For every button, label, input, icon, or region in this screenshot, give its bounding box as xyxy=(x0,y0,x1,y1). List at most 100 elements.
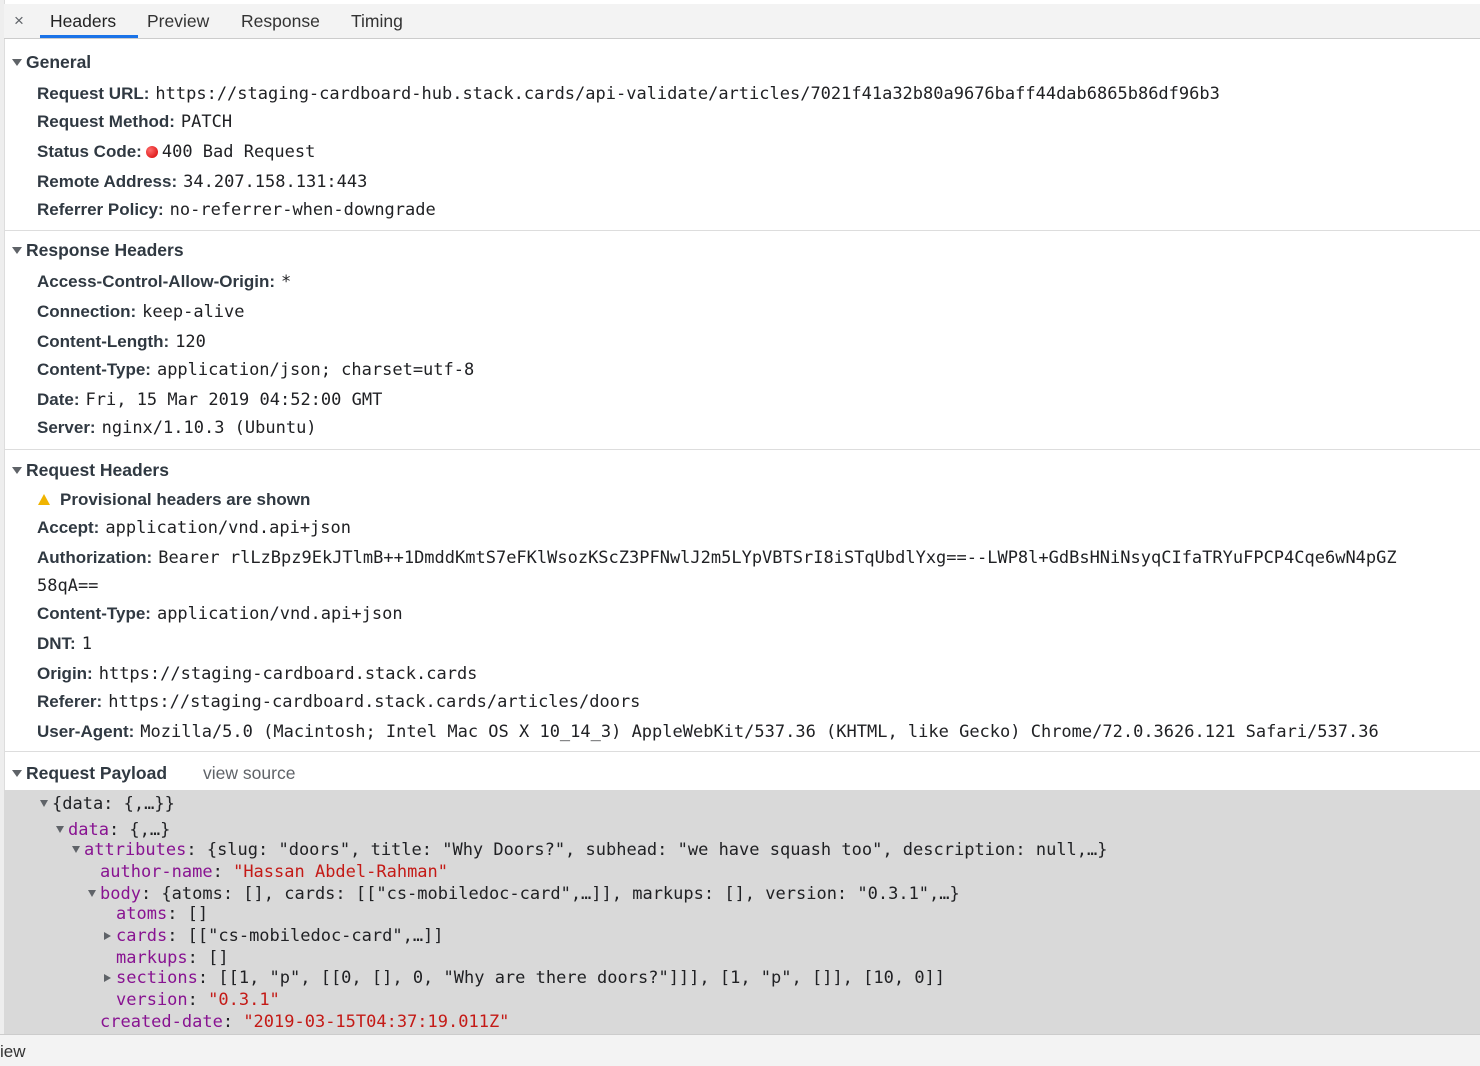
header-key: Referer: xyxy=(37,692,103,711)
close-icon[interactable]: × xyxy=(14,11,24,31)
tab-timing[interactable]: Timing xyxy=(351,11,403,32)
tab-preview[interactable]: Preview xyxy=(147,11,209,32)
header-key: Accept: xyxy=(37,518,100,537)
triangle-down-icon xyxy=(12,467,22,474)
header-row-continuation: 58qA== xyxy=(37,576,98,596)
triangle-right-icon xyxy=(104,974,111,982)
tree-node: version: "0.3.1" xyxy=(116,990,280,1010)
tree-root: {data: {,…}} xyxy=(52,794,175,814)
tree-node[interactable]: cards: [["cs-mobiledoc-card",…]] xyxy=(104,926,444,946)
header-value: Mozilla/5.0 (Macintosh; Intel Mac OS X 1… xyxy=(140,722,1379,742)
drawer-tab-label[interactable]: iew xyxy=(0,1042,26,1062)
header-value: 400 Bad Request xyxy=(161,142,316,162)
general-toggle[interactable]: General xyxy=(12,52,91,73)
request-payload-title: Request Payload xyxy=(26,763,168,783)
header-value: 34.207.158.131:443 xyxy=(183,172,368,192)
header-value: Bearer rlLzBpz9EkJTlmB++1DmddKmtS7eFKlWs… xyxy=(158,548,1397,568)
header-key: Access-Control-Allow-Origin: xyxy=(37,272,276,291)
header-value: application/vnd.api+json xyxy=(156,604,403,624)
tree-node[interactable]: data: {,…} xyxy=(56,820,170,840)
triangle-right-icon xyxy=(104,932,111,940)
bottom-drawer-bar: iew xyxy=(0,1034,1480,1066)
header-key: Status Code: xyxy=(37,142,142,161)
header-value: application/vnd.api+json xyxy=(105,518,351,538)
header-value: * xyxy=(281,272,292,292)
header-value: no-referrer-when-downgrade xyxy=(169,200,436,220)
tree-value: : {slug: "doors", title: "Why Doors?", s… xyxy=(186,840,1108,860)
tree-value: : [[1, "p", [[0, [], 0, "Why are there d… xyxy=(197,968,946,988)
provisional-warning: Provisional headers are shown xyxy=(38,490,310,510)
tree-node: created-date: "2019-03-15T04:37:19.011Z" xyxy=(100,1012,510,1032)
header-row: DNT: 1 xyxy=(37,634,92,654)
header-row: Remote Address: 34.207.158.131:443 xyxy=(37,172,367,192)
view-source-link[interactable]: view source xyxy=(203,763,295,783)
header-value: https://staging-cardboard.stack.cards/ar… xyxy=(108,692,641,712)
tree-key: data xyxy=(68,820,109,840)
tree-value: "2019-03-15T04:37:19.011Z" xyxy=(243,1012,510,1032)
header-key: Connection: xyxy=(37,302,137,321)
header-value: PATCH xyxy=(180,112,233,132)
header-key: Request URL: xyxy=(37,84,150,103)
header-row: Content-Type: application/vnd.api+json xyxy=(37,604,403,624)
triangle-down-icon xyxy=(56,826,64,833)
header-value: 58qA== xyxy=(37,576,99,596)
triangle-down-icon xyxy=(72,846,80,853)
header-row: Connection: keep-alive xyxy=(37,302,245,322)
header-value: Fri, 15 Mar 2019 04:52:00 GMT xyxy=(85,390,383,410)
tree-node: atoms: [] xyxy=(116,904,208,924)
triangle-down-icon xyxy=(88,890,96,897)
warning-icon xyxy=(38,494,50,505)
request-headers-title: Request Headers xyxy=(26,460,169,480)
warning-text: Provisional headers are shown xyxy=(60,490,311,509)
tree-value: "0.3.1" xyxy=(208,990,280,1010)
request-payload-header: Request Payload view source xyxy=(4,752,1480,790)
header-row: Request URL: https://staging-cardboard-hu… xyxy=(37,84,1220,104)
header-key: Remote Address: xyxy=(37,172,178,191)
header-key: Content-Length: xyxy=(37,332,170,351)
header-row: Status Code: 400 Bad Request xyxy=(37,142,315,162)
header-row: Access-Control-Allow-Origin: * xyxy=(37,272,291,292)
header-key: Referrer Policy: xyxy=(37,200,164,219)
header-row: Content-Type: application/json; charset=u… xyxy=(37,360,474,380)
tab-response[interactable]: Response xyxy=(241,11,320,32)
header-value: application/json; charset=utf-8 xyxy=(156,360,475,380)
tree-value: : [] xyxy=(167,904,209,924)
triangle-down-icon xyxy=(12,770,22,777)
header-row: Authorization: Bearer rlLzBpz9EkJTlmB++1D… xyxy=(37,548,1397,568)
request-headers-section: Request Headers Provisional headers are … xyxy=(4,450,1480,752)
payload-tree: {data: {,…}} data: {,…} attributes: {slu… xyxy=(4,790,1480,1034)
header-key: Request Method: xyxy=(37,112,175,131)
active-tab-indicator xyxy=(40,35,138,38)
tree-key: body xyxy=(100,884,141,904)
header-key: Origin: xyxy=(37,664,93,683)
tree-key: version xyxy=(116,990,188,1010)
header-row: Accept: application/vnd.api+json xyxy=(37,518,351,538)
tree-value: : [["cs-mobiledoc-card",…]] xyxy=(167,926,444,946)
header-row: Origin: https://staging-cardboard.stack.c… xyxy=(37,664,477,684)
header-value: https://staging-cardboard-hub.stack.card… xyxy=(155,84,1220,104)
tree-node[interactable]: {data: {,…}} xyxy=(40,794,175,814)
triangle-down-icon xyxy=(12,59,22,66)
triangle-down-icon xyxy=(12,247,22,254)
tree-node[interactable]: body: {atoms: [], cards: [["cs-mobiledoc… xyxy=(88,884,960,904)
tree-node[interactable]: sections: [[1, "p", [[0, [], 0, "Why are… xyxy=(104,968,945,988)
header-value: https://staging-cardboard.stack.cards xyxy=(98,664,478,684)
header-row: Request Method: PATCH xyxy=(37,112,232,132)
request-payload-toggle[interactable]: Request Payload view source xyxy=(12,763,295,784)
header-key: User-Agent: xyxy=(37,722,135,741)
header-row: Server: nginx/1.10.3 (Ubuntu) xyxy=(37,418,317,438)
triangle-down-icon xyxy=(40,800,48,807)
tree-key: atoms xyxy=(116,904,168,924)
response-headers-toggle[interactable]: Response Headers xyxy=(12,240,184,261)
header-row: Content-Length: 120 xyxy=(37,332,206,352)
general-section: General Request URL: https://staging-card… xyxy=(4,40,1480,231)
request-headers-toggle[interactable]: Request Headers xyxy=(12,460,169,481)
header-value: nginx/1.10.3 (Ubuntu) xyxy=(101,418,317,438)
tree-key: sections xyxy=(116,968,198,988)
tab-headers[interactable]: Headers xyxy=(50,11,116,32)
tree-value: : {atoms: [], cards: [["cs-mobiledoc-car… xyxy=(140,884,960,904)
header-row: Referrer Policy: no-referrer-when-downgra… xyxy=(37,200,436,220)
tree-node[interactable]: attributes: {slug: "doors", title: "Why … xyxy=(72,840,1108,860)
header-key: Authorization: xyxy=(37,548,153,567)
tree-node: author-name: "Hassan Abdel-Rahman" xyxy=(100,862,449,882)
